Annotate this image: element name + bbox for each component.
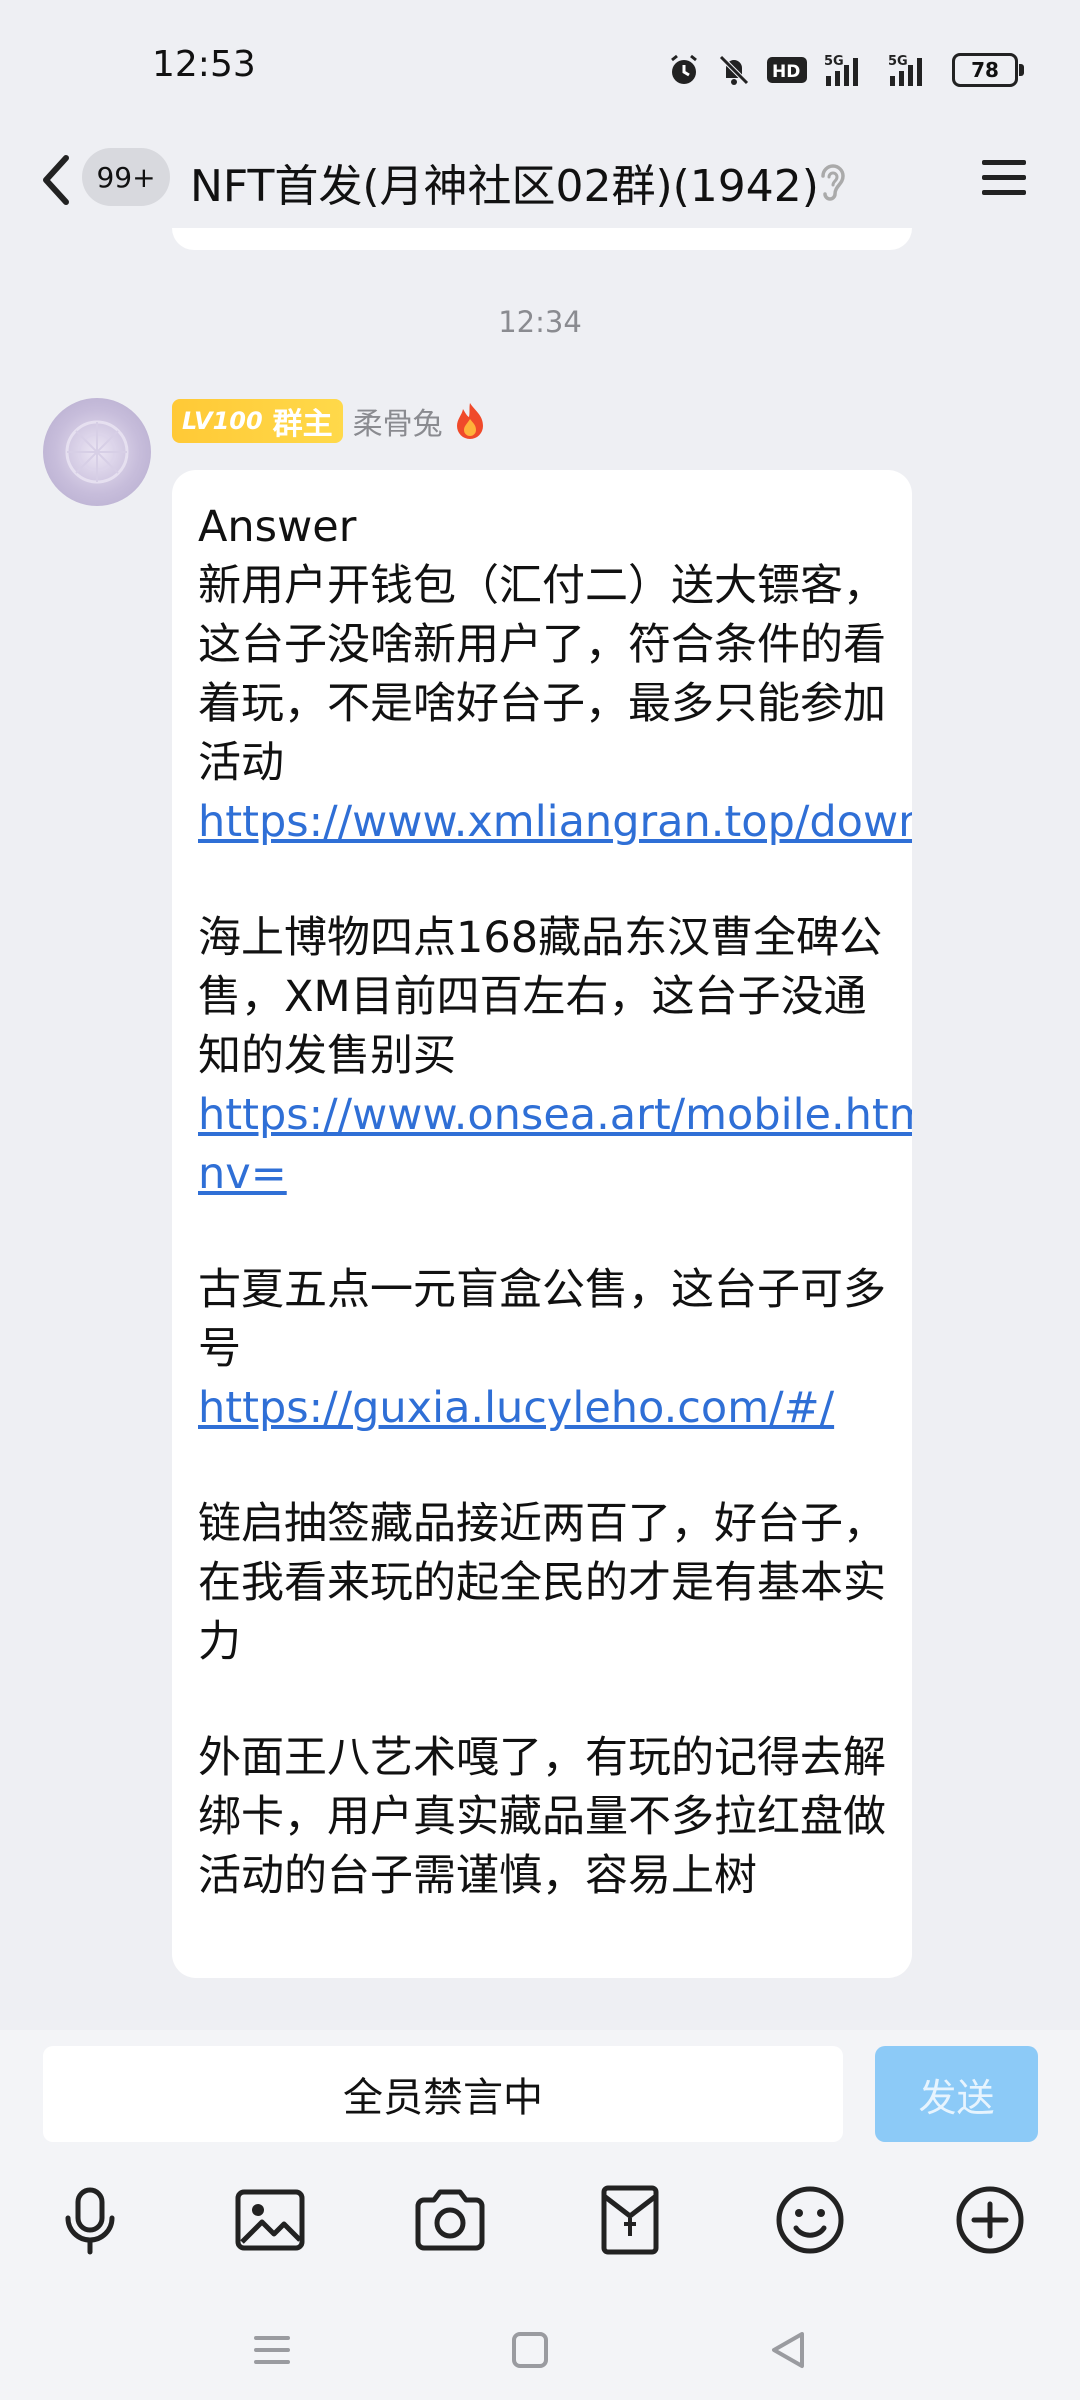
nav-menu-icon[interactable] <box>242 2320 302 2380</box>
fire-icon <box>456 403 483 439</box>
plus-icon[interactable] <box>950 2180 1030 2260</box>
menu-icon[interactable] <box>980 156 1028 200</box>
sender-info: LV100 群主 柔骨兔 <box>172 398 487 444</box>
emoji-icon[interactable] <box>770 2180 850 2260</box>
svg-text:5G: 5G <box>888 54 908 69</box>
level-badge: LV100 群主 <box>172 399 343 443</box>
hd-icon: HD <box>766 54 810 86</box>
image-icon[interactable] <box>230 2180 310 2260</box>
message-line: 外面王八艺术嘎了，有玩的记得去解绑卡，用户真实藏品量不多拉红盘做活动的台子需谨慎… <box>198 1733 886 1901</box>
message-link[interactable]: https://guxia.lucyleho.com/#/ <box>198 1383 834 1433</box>
input-bar: 全员禁言中 发送 <box>0 2030 1080 2400</box>
send-button[interactable]: 发送 <box>875 2046 1038 2142</box>
previous-message-bubble <box>172 228 912 250</box>
signal-5g-icon: 5G <box>824 52 874 88</box>
ear-icon[interactable] <box>815 160 849 204</box>
battery-level: 78 <box>971 58 999 82</box>
input-toolbar <box>0 2180 1080 2290</box>
signal-5g-2-icon: 5G <box>888 52 938 88</box>
level-text: LV100 <box>182 407 263 435</box>
mute-notice: 全员禁言中 <box>43 2046 843 2142</box>
svg-text:5G: 5G <box>824 54 844 69</box>
microphone-icon[interactable] <box>50 2180 130 2260</box>
status-icons: HD 5G 5G 78 <box>666 46 1024 94</box>
alarm-icon <box>666 52 702 88</box>
status-time: 12:53 <box>152 44 256 85</box>
message-timestamp: 12:34 <box>498 305 582 339</box>
nav-home-icon[interactable] <box>500 2320 560 2380</box>
message-line: 链启抽签藏品接近两百了，好台子，在我看来玩的起全民的才是有基本实力 <box>198 1499 886 1667</box>
message-text: Answer 新用户开钱包（汇付二）送大镖客，这台子没啥新用户了，符合条件的看着… <box>198 498 912 1906</box>
status-bar: 12:53 HD 5G 5G 78 <box>0 0 1080 135</box>
mute-icon <box>716 52 752 88</box>
message-bubble[interactable]: Answer 新用户开钱包（汇付二）送大镖客，这台子没啥新用户了，符合条件的看着… <box>172 470 912 1978</box>
avatar[interactable] <box>43 398 151 506</box>
group-title[interactable]: NFT首发(月神社区02群)(1942) <box>190 150 819 214</box>
role-text: 群主 <box>272 407 333 442</box>
nav-back-icon[interactable] <box>758 2320 818 2380</box>
system-nav-bar <box>0 2320 1080 2400</box>
svg-text:HD: HD <box>772 62 800 82</box>
message-link[interactable]: https://www.xmliangran.top/download/inde… <box>198 797 912 847</box>
message-line: 海上博物四点168藏品东汉曹全碑公售，XM目前四百左右，这台子没通知的发售别买 <box>198 913 883 1081</box>
red-packet-icon[interactable] <box>590 2180 670 2260</box>
unread-count-badge[interactable]: 99+ <box>82 148 170 206</box>
message-line: Answer <box>198 502 357 552</box>
battery-icon: 78 <box>952 53 1024 87</box>
back-icon[interactable] <box>36 150 76 210</box>
message-link[interactable]: https://www.onsea.art/mobile.html?nv= <box>198 1090 912 1199</box>
chat-header: 99+ NFT首发(月神社区02群)(1942) <box>0 120 1080 240</box>
message-line: 古夏五点一元盲盒公售，这台子可多号 <box>198 1265 886 1374</box>
camera-icon[interactable] <box>410 2180 490 2260</box>
sender-name[interactable]: 柔骨兔 <box>353 399 443 443</box>
message-line: 新用户开钱包（汇付二）送大镖客，这台子没啥新用户了，符合条件的看着玩，不是啥好台… <box>198 561 886 788</box>
